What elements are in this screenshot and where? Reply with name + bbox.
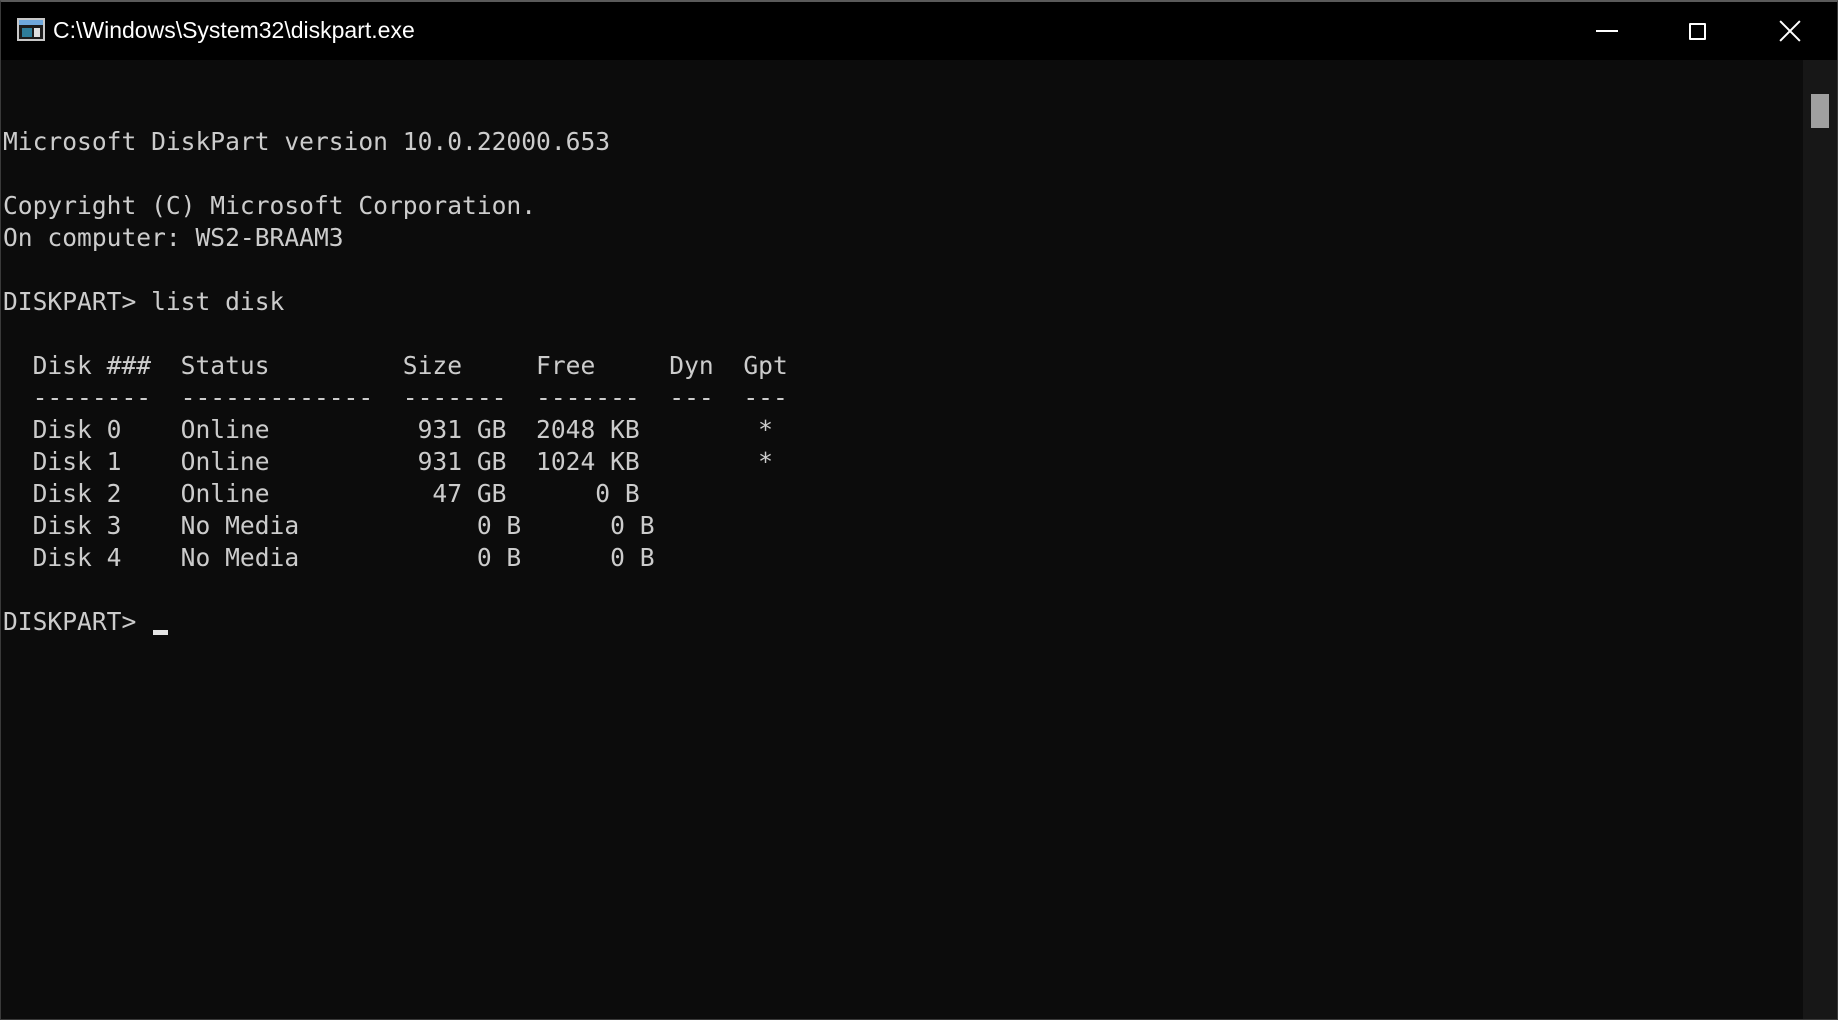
minimize-icon bbox=[1596, 30, 1618, 32]
console-output: Microsoft DiskPart version 10.0.22000.65… bbox=[3, 127, 788, 572]
command-prompt: DISKPART> bbox=[3, 607, 152, 636]
console-line: Disk 0 Online 931 GB 2048 KB * bbox=[32, 415, 773, 444]
scrollbar-thumb[interactable] bbox=[1811, 94, 1829, 128]
console-line: Copyright (C) Microsoft Corporation. bbox=[3, 191, 537, 220]
minimize-button[interactable] bbox=[1561, 2, 1653, 60]
console-window-icon[interactable] bbox=[17, 18, 45, 41]
console-output-area[interactable]: Microsoft DiskPart version 10.0.22000.65… bbox=[1, 60, 1803, 1019]
close-icon bbox=[1779, 20, 1801, 42]
console-line: Microsoft DiskPart version 10.0.22000.65… bbox=[3, 127, 611, 156]
console-line: Disk 4 No Media 0 B 0 B bbox=[32, 543, 655, 572]
window-title: C:\Windows\System32\diskpart.exe bbox=[53, 17, 415, 43]
console-line: Disk 2 Online 47 GB 0 B bbox=[32, 479, 640, 508]
console-line: DISKPART> list disk bbox=[3, 287, 285, 316]
console-line: On computer: WS2-BRAAM3 bbox=[3, 223, 344, 252]
maximize-button[interactable] bbox=[1651, 2, 1743, 60]
console-line: Disk 1 Online 931 GB 1024 KB * bbox=[32, 447, 773, 476]
maximize-icon bbox=[1688, 22, 1706, 40]
console-line: Disk 3 No Media 0 B 0 B bbox=[32, 511, 655, 540]
console-window: C:\Windows\System32\diskpart.exe Microso… bbox=[0, 0, 1838, 1020]
title-bar[interactable]: C:\Windows\System32\diskpart.exe bbox=[1, 2, 1837, 60]
console-line: -------- ------------- ------- ------- -… bbox=[32, 383, 788, 412]
close-button[interactable] bbox=[1744, 2, 1836, 60]
console-line: Disk ### Status Size Free Dyn Gpt bbox=[32, 351, 788, 380]
text-cursor bbox=[153, 630, 169, 635]
console-text: Microsoft DiskPart version 10.0.22000.65… bbox=[3, 94, 788, 638]
vertical-scrollbar[interactable] bbox=[1803, 60, 1837, 1019]
